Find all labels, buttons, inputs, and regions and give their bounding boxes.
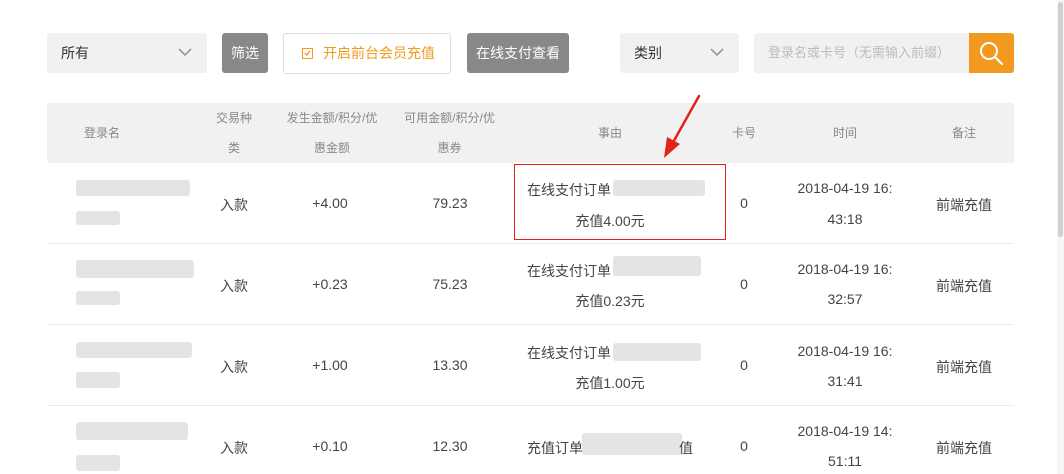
scrollbar-thumb[interactable] bbox=[1058, 2, 1063, 237]
blurred-login bbox=[76, 260, 194, 278]
table-header: 登录名 交易种 类 发生金额/积分/优 惠金额 可用金额/积分/优 惠券 事由 … bbox=[47, 103, 1014, 163]
search-placeholder: 登录名或卡号（无需输入前缀） bbox=[768, 45, 951, 60]
scope-select-value: 所有 bbox=[61, 45, 89, 61]
blurred-order-number bbox=[613, 256, 701, 276]
row-time-line2: 51:11 bbox=[828, 453, 862, 469]
header-card: 卡号 bbox=[731, 126, 756, 140]
blurred-login bbox=[76, 342, 192, 358]
blurred-login bbox=[76, 180, 190, 196]
header-amount-line1: 发生金额/积分/优 bbox=[286, 111, 378, 125]
row-card: 0 bbox=[740, 195, 748, 211]
row-reason-tail: 值 bbox=[679, 440, 693, 456]
row-amount: +0.10 bbox=[312, 438, 348, 454]
row-time-line1: 2018-04-19 14: bbox=[797, 423, 893, 439]
row-time-line2: 31:41 bbox=[827, 373, 863, 389]
row-type: 入款 bbox=[220, 278, 248, 294]
category-select-value: 类别 bbox=[634, 45, 662, 61]
row-time-line1: 2018-04-19 16: bbox=[797, 180, 893, 196]
row-reason-line2: 充值0.23元 bbox=[575, 293, 645, 309]
search-icon bbox=[980, 42, 1004, 66]
row-note: 前端充值 bbox=[936, 197, 992, 213]
blurred-order-number bbox=[582, 433, 682, 455]
row-available: 13.30 bbox=[432, 357, 468, 373]
chevron-down-icon bbox=[178, 48, 192, 57]
search-button[interactable] bbox=[969, 33, 1014, 73]
header-time: 时间 bbox=[832, 126, 857, 140]
member-recharge-label: 开启前台会员充值 bbox=[323, 45, 435, 61]
row-note: 前端充值 bbox=[936, 440, 992, 456]
vertical-scrollbar[interactable] bbox=[1057, 0, 1064, 474]
chevron-down-icon bbox=[710, 48, 724, 57]
blurred-login bbox=[76, 422, 188, 440]
row-reason-line1: 在线支付订单 bbox=[527, 345, 611, 361]
header-available-line1: 可用金额/积分/优 bbox=[404, 111, 495, 125]
row-type: 入款 bbox=[220, 359, 248, 375]
blurred-order-number bbox=[613, 343, 701, 361]
header-type-line1: 交易种 bbox=[215, 111, 252, 125]
header-reason: 事由 bbox=[597, 126, 622, 140]
row-available: 79.23 bbox=[432, 195, 468, 211]
row-card: 0 bbox=[740, 438, 748, 454]
row-amount: +0.23 bbox=[312, 276, 348, 292]
row-type: 入款 bbox=[220, 440, 248, 456]
blurred-login bbox=[76, 455, 120, 471]
row-reason-line2: 充值1.00元 bbox=[575, 375, 645, 391]
blurred-login bbox=[76, 291, 120, 305]
header-available-line2: 惠券 bbox=[437, 141, 462, 155]
annotation-arrow-icon bbox=[664, 94, 701, 158]
member-recharge-toggle[interactable]: 开启前台会员充值 bbox=[283, 33, 451, 74]
row-amount: +4.00 bbox=[312, 195, 348, 211]
blurred-login bbox=[76, 211, 120, 225]
header-amount-line2: 惠金额 bbox=[313, 141, 350, 155]
header-type-line2: 类 bbox=[227, 141, 240, 155]
row-type: 入款 bbox=[220, 197, 248, 213]
row-card: 0 bbox=[740, 357, 748, 373]
row-divider bbox=[47, 324, 1014, 325]
filter-button[interactable]: 筛选 bbox=[222, 33, 268, 73]
online-pay-view-button[interactable]: 在线支付查看 bbox=[467, 33, 569, 73]
row-note: 前端充值 bbox=[936, 278, 992, 294]
row-time-line1: 2018-04-19 16: bbox=[797, 261, 893, 277]
row-available: 12.30 bbox=[432, 438, 468, 454]
row-card: 0 bbox=[740, 276, 748, 292]
row-time-line1: 2018-04-19 16: bbox=[797, 343, 893, 359]
row-available: 75.23 bbox=[432, 276, 468, 292]
search-input[interactable]: 登录名或卡号（无需输入前缀） bbox=[754, 33, 970, 73]
header-login: 登录名 bbox=[83, 126, 120, 140]
category-select[interactable]: 类别 bbox=[620, 33, 739, 73]
row-time-line2: 32:57 bbox=[827, 291, 863, 307]
row-time-line2: 43:18 bbox=[827, 211, 863, 227]
recharge-record-page: 所有 筛选 开启前台会员充值 在线支付查看 类别 登录名或卡号（无需输入前缀） … bbox=[0, 0, 1064, 474]
checkbox-checked-icon[interactable] bbox=[302, 48, 313, 59]
row-divider bbox=[47, 243, 1014, 244]
row-note: 前端充值 bbox=[936, 359, 992, 375]
highlight-box bbox=[514, 164, 726, 240]
scope-select[interactable]: 所有 bbox=[47, 33, 207, 73]
row-divider bbox=[47, 405, 1014, 406]
header-note: 备注 bbox=[951, 126, 976, 140]
row-amount: +1.00 bbox=[312, 357, 348, 373]
row-reason-line1: 在线支付订单 bbox=[527, 263, 611, 279]
row-reason-line1: 充值订单 bbox=[527, 440, 583, 456]
blurred-login bbox=[76, 372, 120, 388]
